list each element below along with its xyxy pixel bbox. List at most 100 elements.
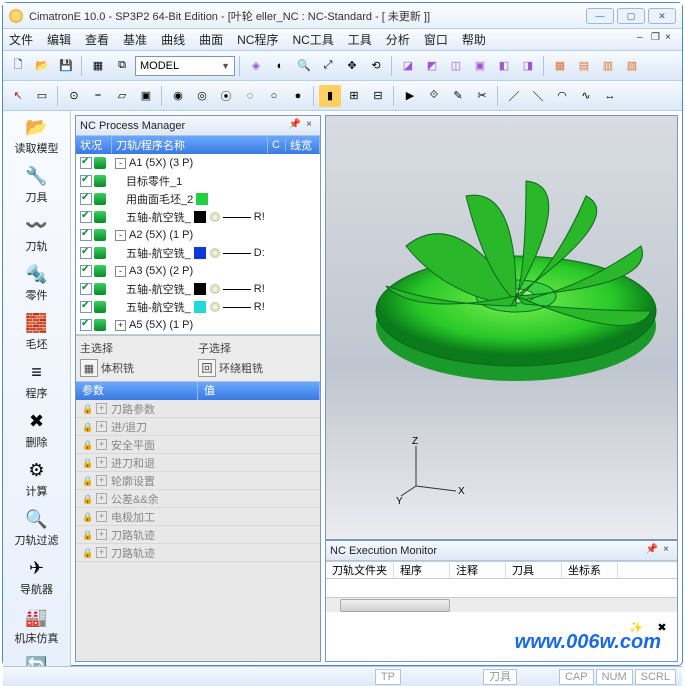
layer-button[interactable]: ⧉ xyxy=(111,55,133,77)
menu-window[interactable]: 窗口 xyxy=(424,31,448,48)
expand-icon[interactable]: - xyxy=(115,158,126,169)
exec-col-folder[interactable]: 刀轨文件夹 xyxy=(326,562,394,578)
tree-row[interactable]: 用曲面毛坯_2 xyxy=(76,190,320,208)
box4-button[interactable]: ▧ xyxy=(621,55,643,77)
sidebar-item-7[interactable]: ⚙计算 xyxy=(7,458,67,499)
expand-icon[interactable]: + xyxy=(96,457,107,468)
zoom-button[interactable]: 🔍 xyxy=(293,55,315,77)
sidebar-item-0[interactable]: 📂读取模型 xyxy=(7,115,67,156)
misc1-button[interactable]: ⟐ xyxy=(423,85,445,107)
pick-edge-button[interactable]: ⎯ xyxy=(87,85,109,107)
param-row[interactable]: 🔒+轮廓设置 xyxy=(76,472,320,490)
pick-point-button[interactable]: ⊙ xyxy=(63,85,85,107)
bulb-icon[interactable] xyxy=(210,212,220,222)
checkbox-icon[interactable] xyxy=(80,193,92,205)
box3-button[interactable]: ▥ xyxy=(597,55,619,77)
tree-row[interactable]: -A3 (5X) (2 P) xyxy=(76,262,320,280)
expand-icon[interactable]: - xyxy=(115,230,126,241)
menu-nctool[interactable]: NC工具 xyxy=(292,31,333,48)
filter2-button[interactable]: ◎ xyxy=(191,85,213,107)
arc-button[interactable]: ◠ xyxy=(551,85,573,107)
param-row[interactable]: 🔒+进刀和退 xyxy=(76,454,320,472)
exec-col-coord[interactable]: 坐标系 xyxy=(562,562,618,578)
exec-col-note[interactable]: 注释 xyxy=(450,562,506,578)
filter4-button[interactable]: ◌ xyxy=(239,85,261,107)
menu-file[interactable]: 文件 xyxy=(9,31,33,48)
checkbox-icon[interactable] xyxy=(80,301,92,313)
play-button[interactable]: ▶ xyxy=(399,85,421,107)
tree-hdr-status[interactable]: 状况 xyxy=(76,137,112,153)
menu-view[interactable]: 查看 xyxy=(85,31,109,48)
sidebar-item-9[interactable]: ✈导航器 xyxy=(7,556,67,597)
pan-button[interactable]: ✥ xyxy=(341,55,363,77)
cube5-button[interactable]: ◧ xyxy=(493,55,515,77)
tree-row[interactable]: -A2 (5X) (1 P) xyxy=(76,226,320,244)
tree-hdr-name[interactable]: 刀轨/程序名称 xyxy=(112,137,268,153)
sidebar-item-10[interactable]: 🏭机床仿真 xyxy=(7,605,67,646)
bulb-icon[interactable] xyxy=(210,284,220,294)
param-row[interactable]: 🔒+刀路参数 xyxy=(76,400,320,418)
filter1-button[interactable]: ◉ xyxy=(167,85,189,107)
expand-icon[interactable]: + xyxy=(96,511,107,522)
param-row[interactable]: 🔒+电极加工 xyxy=(76,508,320,526)
minimize-button[interactable]: — xyxy=(586,8,614,24)
menu-curve[interactable]: 曲线 xyxy=(161,31,185,48)
exec-col-program[interactable]: 程序 xyxy=(394,562,450,578)
menu-analyze[interactable]: 分析 xyxy=(386,31,410,48)
line1-button[interactable]: ／ xyxy=(503,85,525,107)
tree-row[interactable]: 五轴-航空铣_R! xyxy=(76,280,320,298)
sidebar-item-11[interactable]: 🔄剩余毛坯 xyxy=(7,654,67,666)
expand-icon[interactable]: + xyxy=(96,475,107,486)
sub-sel-icon[interactable]: 回 xyxy=(198,359,216,377)
pin-icon[interactable]: 📌 xyxy=(288,119,302,133)
checkbox-icon[interactable] xyxy=(80,211,92,223)
sidebar-item-2[interactable]: 〰️刀轨 xyxy=(7,213,67,254)
misc3-button[interactable]: ✂ xyxy=(471,85,493,107)
menu-datum[interactable]: 基准 xyxy=(123,31,147,48)
maximize-button[interactable]: ▢ xyxy=(617,8,645,24)
highlight-button[interactable]: ▮ xyxy=(319,85,341,107)
rotate-button[interactable]: ⟲ xyxy=(365,55,387,77)
tree-row[interactable]: 目标零件_1 xyxy=(76,172,320,190)
window-layout-button[interactable]: ▦ xyxy=(87,55,109,77)
bulb-icon[interactable] xyxy=(210,302,220,312)
close-button[interactable]: ✕ xyxy=(648,8,676,24)
sidebar-item-1[interactable]: 🔧刀具 xyxy=(7,164,67,205)
menu-help[interactable]: 帮助 xyxy=(462,31,486,48)
expand-icon[interactable]: + xyxy=(96,547,107,558)
param-row[interactable]: 🔒+刀路轨迹 xyxy=(76,526,320,544)
pick-face-button[interactable]: ▱ xyxy=(111,85,133,107)
tree-hdr-c[interactable]: C xyxy=(268,139,286,151)
expand-icon[interactable]: + xyxy=(96,529,107,540)
sidebar-item-3[interactable]: 🔩零件 xyxy=(7,262,67,303)
open-button[interactable]: 📂 xyxy=(31,55,53,77)
mdi-restore-icon[interactable]: ❐ xyxy=(651,32,662,43)
cube2-button[interactable]: ◩ xyxy=(421,55,443,77)
menu-ncprogram[interactable]: NC程序 xyxy=(237,31,278,48)
mdi-close-icon[interactable]: × xyxy=(665,32,676,43)
sidebar-item-4[interactable]: 🧱毛坯 xyxy=(7,311,67,352)
pin-icon[interactable]: 📌 xyxy=(645,544,659,558)
sidebar-item-6[interactable]: ✖删除 xyxy=(7,409,67,450)
filter6-button[interactable]: ● xyxy=(287,85,309,107)
param-row[interactable]: 🔒+公差&&余 xyxy=(76,490,320,508)
menu-tool[interactable]: 工具 xyxy=(348,31,372,48)
snap2-button[interactable]: ⊟ xyxy=(367,85,389,107)
view-iso-button[interactable]: ◈ xyxy=(245,55,267,77)
snap1-button[interactable]: ⊞ xyxy=(343,85,365,107)
sel-arrow-button[interactable]: ↖ xyxy=(7,85,29,107)
pick-body-button[interactable]: ▣ xyxy=(135,85,157,107)
menu-surface[interactable]: 曲面 xyxy=(199,31,223,48)
filter3-button[interactable]: ⦿ xyxy=(215,85,237,107)
misc2-button[interactable]: ✎ xyxy=(447,85,469,107)
tree-row[interactable]: +A5 (5X) (1 P) xyxy=(76,316,320,334)
sidebar-item-8[interactable]: 🔍刀轨过滤 xyxy=(7,507,67,548)
expand-icon[interactable]: - xyxy=(115,266,126,277)
expand-icon[interactable]: + xyxy=(96,403,107,414)
mdi-minimize-icon[interactable]: – xyxy=(637,32,648,43)
box1-button[interactable]: ▦ xyxy=(549,55,571,77)
cube6-button[interactable]: ◨ xyxy=(517,55,539,77)
checkbox-icon[interactable] xyxy=(80,157,92,169)
checkbox-icon[interactable] xyxy=(80,283,92,295)
line2-button[interactable]: ＼ xyxy=(527,85,549,107)
